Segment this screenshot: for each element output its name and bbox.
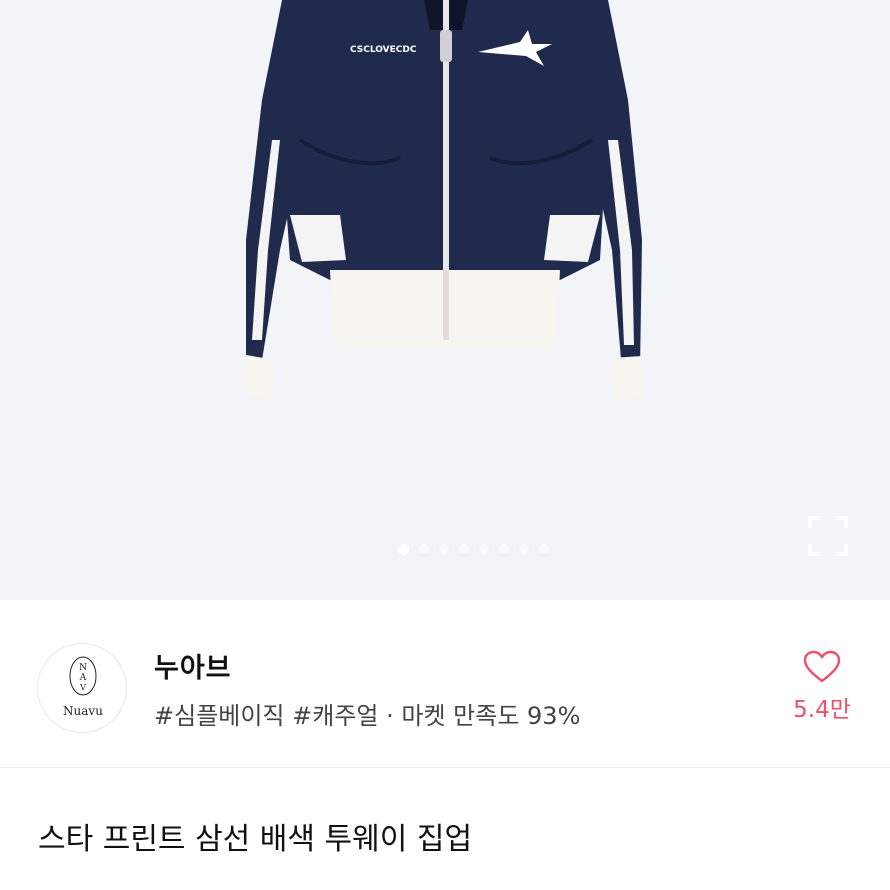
carousel-dot[interactable] xyxy=(439,544,449,554)
like-count: 5.4만 xyxy=(793,697,851,723)
svg-text:A: A xyxy=(79,673,87,683)
carousel-dot[interactable] xyxy=(499,544,509,554)
product-photo: CSCLOVECDC xyxy=(244,0,644,400)
product-title: 스타 프린트 삼선 배색 투웨이 집업 xyxy=(38,822,473,857)
fullscreen-icon[interactable] xyxy=(808,516,848,556)
store-logo-text: Nuavu xyxy=(63,704,103,718)
carousel-dot-active[interactable] xyxy=(398,543,409,555)
carousel-dot[interactable] xyxy=(479,544,489,554)
svg-text:V: V xyxy=(79,683,86,692)
store-name[interactable]: 누아브 xyxy=(154,646,232,685)
product-image-carousel[interactable]: CSCLOVECDC xyxy=(0,0,890,600)
like-button[interactable]: 5.4만 xyxy=(782,646,862,726)
carousel-dot[interactable] xyxy=(459,544,469,554)
store-tags: #심플베이직 #캐주얼 · 마켓 만족도 93% xyxy=(154,702,581,730)
store-logo-emblem-icon: N A V xyxy=(69,656,97,696)
carousel-dot[interactable] xyxy=(519,544,529,554)
heart-icon xyxy=(803,650,841,683)
carousel-dot[interactable] xyxy=(539,544,549,554)
store-logo[interactable]: N A V Nuavu xyxy=(37,643,127,733)
svg-text:N: N xyxy=(79,663,87,673)
store-info-row[interactable]: N A V Nuavu 누아브 #심플베이직 #캐주얼 · 마켓 만족도 93%… xyxy=(0,600,890,768)
carousel-dot[interactable] xyxy=(419,544,429,554)
jacket-print-text: CSCLOVECDC xyxy=(350,45,417,55)
carousel-indicator xyxy=(398,543,549,555)
